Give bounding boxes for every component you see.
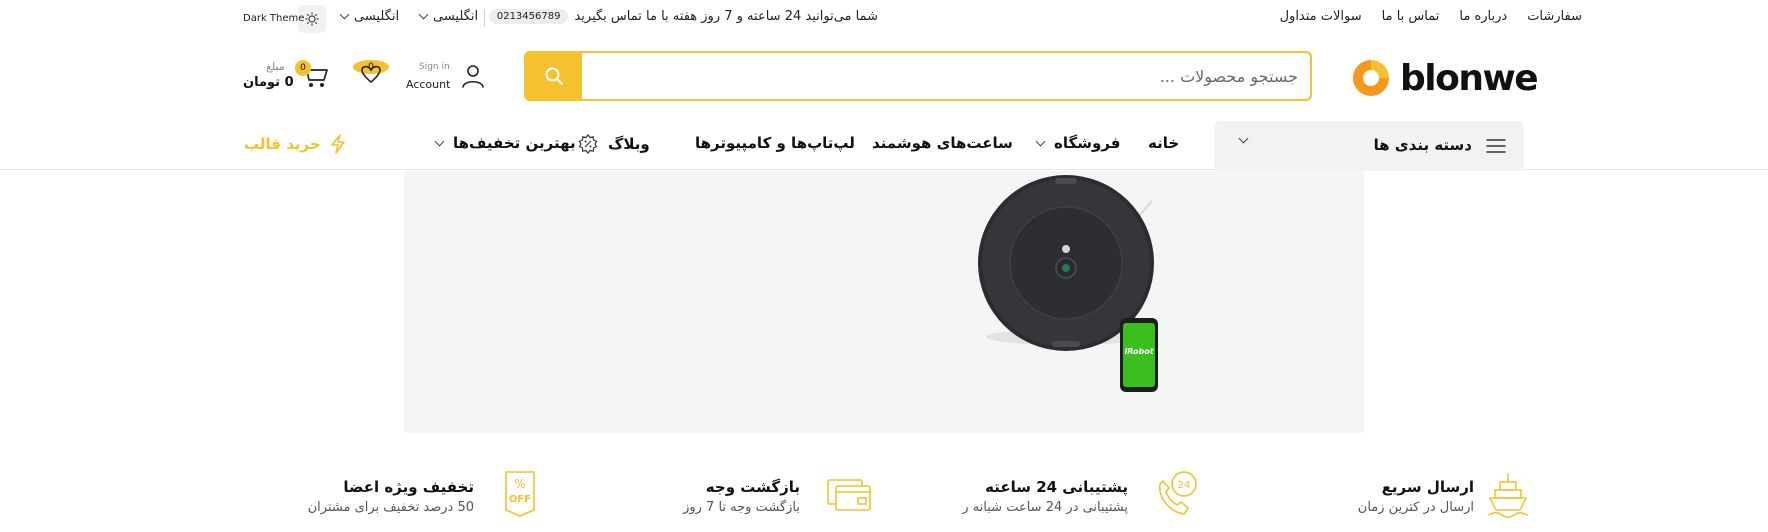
nav-item-label: بهترین تخفیف‌ها (453, 134, 576, 152)
feature-subtitle: ارسال در کترین زمان (1357, 500, 1474, 515)
search-icon (545, 67, 563, 85)
cart-amount: 0 تومان (243, 75, 294, 90)
user-icon (462, 65, 484, 88)
phone-brand-text: iRobot (1124, 347, 1154, 356)
contact-announcement: شما می‌توانید 24 ساعته و 7 روز هفته با م… (488, 9, 878, 24)
top-links: سفارشات درباره ما تماس با ما سوالات متدا… (1280, 9, 1582, 24)
nav-item-smartwatches[interactable]: ساعت‌های هوشمند (872, 134, 1013, 152)
account-button[interactable] (460, 63, 486, 93)
lightning-icon (330, 134, 345, 154)
nav-item-label: لپ‌تاپ‌ها و کامپیوترها (695, 134, 855, 152)
theme-label: Dark Theme (243, 13, 305, 24)
nav-item-label: خانه (1148, 134, 1180, 152)
svg-text:%: % (514, 477, 525, 491)
account-label: Account (406, 78, 451, 91)
nav-item-blog[interactable]: وبلاگ (578, 134, 650, 154)
language-label: انگلیسی (433, 9, 479, 24)
phone-number[interactable]: 0213456789 (488, 9, 569, 24)
feature-subtitle: پشتیبانی در 24 ساعت شبانه ر (962, 500, 1128, 515)
phone-24-icon: 24 (1159, 471, 1197, 515)
feature-subtitle: بازگشت وجه تا 7 روز (683, 500, 800, 515)
svg-text:24: 24 (1178, 480, 1191, 491)
logo-text: blonwe (1400, 57, 1539, 99)
top-link-orders[interactable]: سفارشات (1527, 9, 1582, 24)
cart-amount-label: مبلغ (266, 60, 285, 73)
nav-item-label: ساعت‌های هوشمند (872, 134, 1013, 152)
feature-member-discount: % OFF تخفیف ویژه اعضا 50 درصد تخفیف برای… (300, 470, 540, 520)
search-button[interactable] (526, 53, 582, 99)
hero-banner[interactable]: iRobot (404, 171, 1364, 433)
nav-item-home[interactable]: خانه (1148, 134, 1179, 152)
svg-text:OFF: OFF (509, 494, 531, 505)
feature-title: بازگشت وجه (705, 478, 800, 496)
top-link-contact[interactable]: تماس با ما (1382, 9, 1440, 24)
search-input[interactable] (586, 53, 1306, 99)
nav-item-label: فروشگاه (1054, 134, 1121, 152)
wishlist-button[interactable]: 0 (350, 60, 390, 94)
top-divider (484, 9, 485, 27)
feature-title: ارسال سریع (1381, 478, 1474, 496)
chevron-down-icon (1238, 133, 1249, 144)
chevron-down-icon (418, 9, 429, 20)
account-signin-label: Sign in (419, 62, 450, 72)
language-label: انگلیسی (354, 9, 400, 24)
card-icon (827, 479, 871, 511)
sun-icon (305, 12, 319, 26)
chevron-down-icon (434, 136, 445, 146)
site-logo[interactable]: blonwe (1350, 57, 1539, 99)
buy-theme-label: خرید قالب (244, 135, 321, 153)
top-link-faq[interactable]: سوالات متداول (1280, 9, 1362, 24)
nav-item-shop[interactable]: فروشگاه (1035, 134, 1121, 152)
top-bar: سفارشات درباره ما تماس با ما سوالات متدا… (0, 0, 1768, 38)
menu-icon (1486, 139, 1506, 153)
language-select-2[interactable]: انگلیسی (339, 9, 400, 24)
nav-item-laptops[interactable]: لپ‌تاپ‌ها و کامپیوترها (695, 134, 855, 152)
ship-icon (1488, 473, 1528, 518)
categories-label: دسته بندی ها (1373, 136, 1472, 154)
wishlist-count-badge: 0 (368, 62, 374, 72)
language-select-1[interactable]: انگلیسی (418, 9, 479, 24)
logo-mark-icon (1353, 60, 1389, 96)
robot-vacuum-image (978, 175, 1158, 392)
feature-fast-shipping: ارسال سریع ارسال در کترین زمان (1300, 470, 1530, 520)
chevron-down-icon (339, 9, 350, 20)
feature-subtitle: 50 درصد تخفیف برای مشتران (307, 500, 474, 515)
feature-title: تخفیف ویژه اعضا (343, 478, 474, 496)
categories-menu-button[interactable]: دسته بندی ها (1214, 121, 1524, 171)
cart-count-badge: 0 (295, 60, 311, 76)
nav-item-label: وبلاگ (608, 135, 650, 153)
main-nav: دسته بندی ها خانه فروشگاه ساعت‌های هوشمن… (0, 118, 1768, 171)
top-link-about[interactable]: درباره ما (1459, 9, 1507, 24)
discount-badge-icon: % OFF (505, 471, 535, 517)
announcement-text: شما می‌توانید 24 ساعته و 7 روز هفته با م… (574, 9, 878, 24)
feature-support: 24 پشتیبانی 24 ساعته پشتیبانی در 24 ساعت… (900, 470, 1200, 520)
feature-title: پشتیبانی 24 ساعته (985, 478, 1128, 496)
buy-theme-link[interactable]: خرید قالب (244, 134, 347, 154)
cart-button[interactable]: 0 (295, 60, 330, 94)
chevron-down-icon (1035, 136, 1046, 146)
search-bar (524, 51, 1312, 101)
nav-item-best-deals[interactable]: بهترین تخفیف‌ها (434, 134, 576, 152)
feature-money-back: بازگشت وجه بازگشت وجه تا 7 روز (640, 470, 880, 520)
discount-icon (578, 134, 598, 154)
